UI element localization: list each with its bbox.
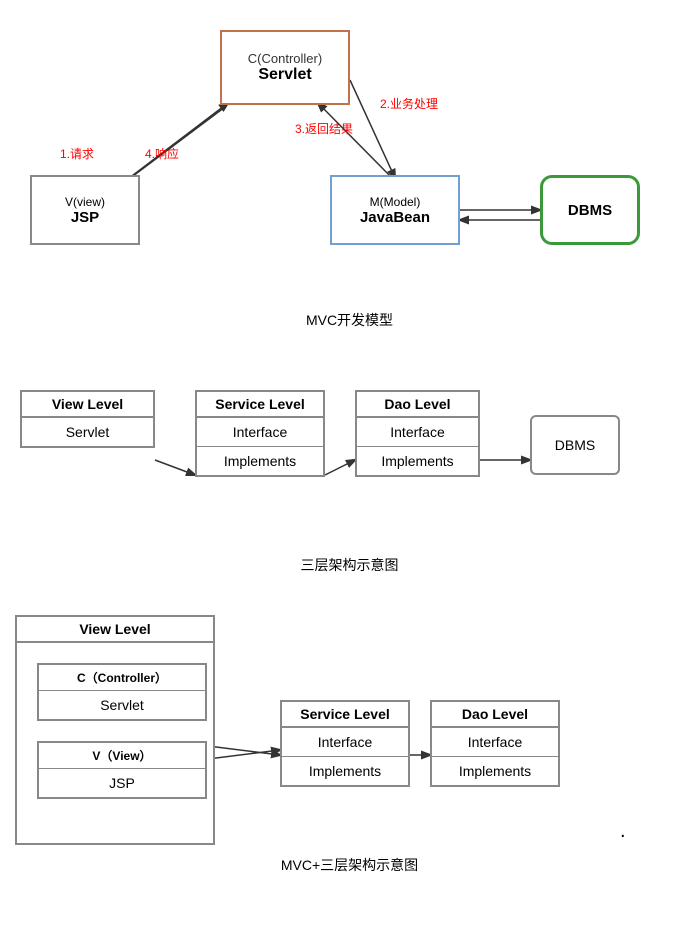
mvc-controller-box: C（Controller） Servlet: [37, 663, 207, 721]
view-level-servlet: Servlet: [22, 418, 153, 446]
service-level-label: Service Level: [197, 392, 323, 418]
diagram1-caption: MVC开发模型: [0, 310, 699, 330]
dbms-label-2: DBMS: [555, 437, 595, 453]
decoration-dot: .: [620, 820, 626, 843]
mvc-service-implements: Implements: [282, 757, 408, 785]
mvc-viewinner-box: V（View） JSP: [37, 741, 207, 799]
mvc-dao-label: Dao Level: [432, 702, 558, 728]
mvc-dao-interface: Interface: [432, 728, 558, 757]
mvc-view-label: V（View）: [39, 743, 205, 769]
dao-implements: Implements: [357, 447, 478, 475]
label-biz: 2.业务处理: [380, 95, 438, 112]
dbms-box-2: DBMS: [530, 415, 620, 475]
controller-label: C(Controller): [248, 51, 322, 66]
mvc-controller-label: C（Controller）: [39, 665, 205, 691]
dao-level-label: Dao Level: [357, 392, 478, 418]
model-box: M(Model) JavaBean: [330, 175, 460, 245]
view-level-box: View Level Servlet: [20, 390, 155, 448]
mvc-service-box: Service Level Interface Implements: [280, 700, 410, 787]
view-label: V(view): [65, 195, 105, 209]
diagram2-caption: 三层架构示意图: [0, 555, 699, 575]
controller-main: Servlet: [258, 66, 311, 84]
mvc-view-level-box: View Level C（Controller） Servlet V（View）…: [15, 615, 215, 845]
view-box: V(view) JSP: [30, 175, 140, 245]
dbms-box-1: DBMS: [540, 175, 640, 245]
mvc-threelayer-diagram: View Level C（Controller） Servlet V（View）…: [0, 600, 699, 880]
mvc-view-level-label: View Level: [17, 617, 213, 643]
view-main: JSP: [71, 209, 99, 226]
threelayer-diagram: View Level Servlet Service Level Interfa…: [0, 360, 699, 580]
dao-interface: Interface: [357, 418, 478, 447]
mvc-service-interface: Interface: [282, 728, 408, 757]
mvc-diagram: 1.请求 4.响应 3.返回结果 2.业务处理 C(Controller) Se…: [0, 0, 699, 340]
label-resp: 4.响应: [145, 145, 179, 162]
label-req: 1.请求: [60, 145, 94, 162]
dao-level-box: Dao Level Interface Implements: [355, 390, 480, 477]
service-interface: Interface: [197, 418, 323, 447]
mvc-controller-main: Servlet: [39, 691, 205, 719]
mvc-dao-implements: Implements: [432, 757, 558, 785]
model-main: JavaBean: [360, 209, 430, 226]
mvc-dao-box: Dao Level Interface Implements: [430, 700, 560, 787]
service-implements: Implements: [197, 447, 323, 475]
controller-box: C(Controller) Servlet: [220, 30, 350, 105]
diagram3-caption: MVC+三层架构示意图: [0, 855, 699, 875]
dbms-label-1: DBMS: [568, 202, 612, 219]
service-level-box: Service Level Interface Implements: [195, 390, 325, 477]
model-label: M(Model): [370, 195, 421, 209]
view-level-label: View Level: [22, 392, 153, 418]
label-ret: 3.返回结果: [295, 120, 353, 137]
mvc-service-label: Service Level: [282, 702, 408, 728]
mvc-view-main: JSP: [39, 769, 205, 797]
